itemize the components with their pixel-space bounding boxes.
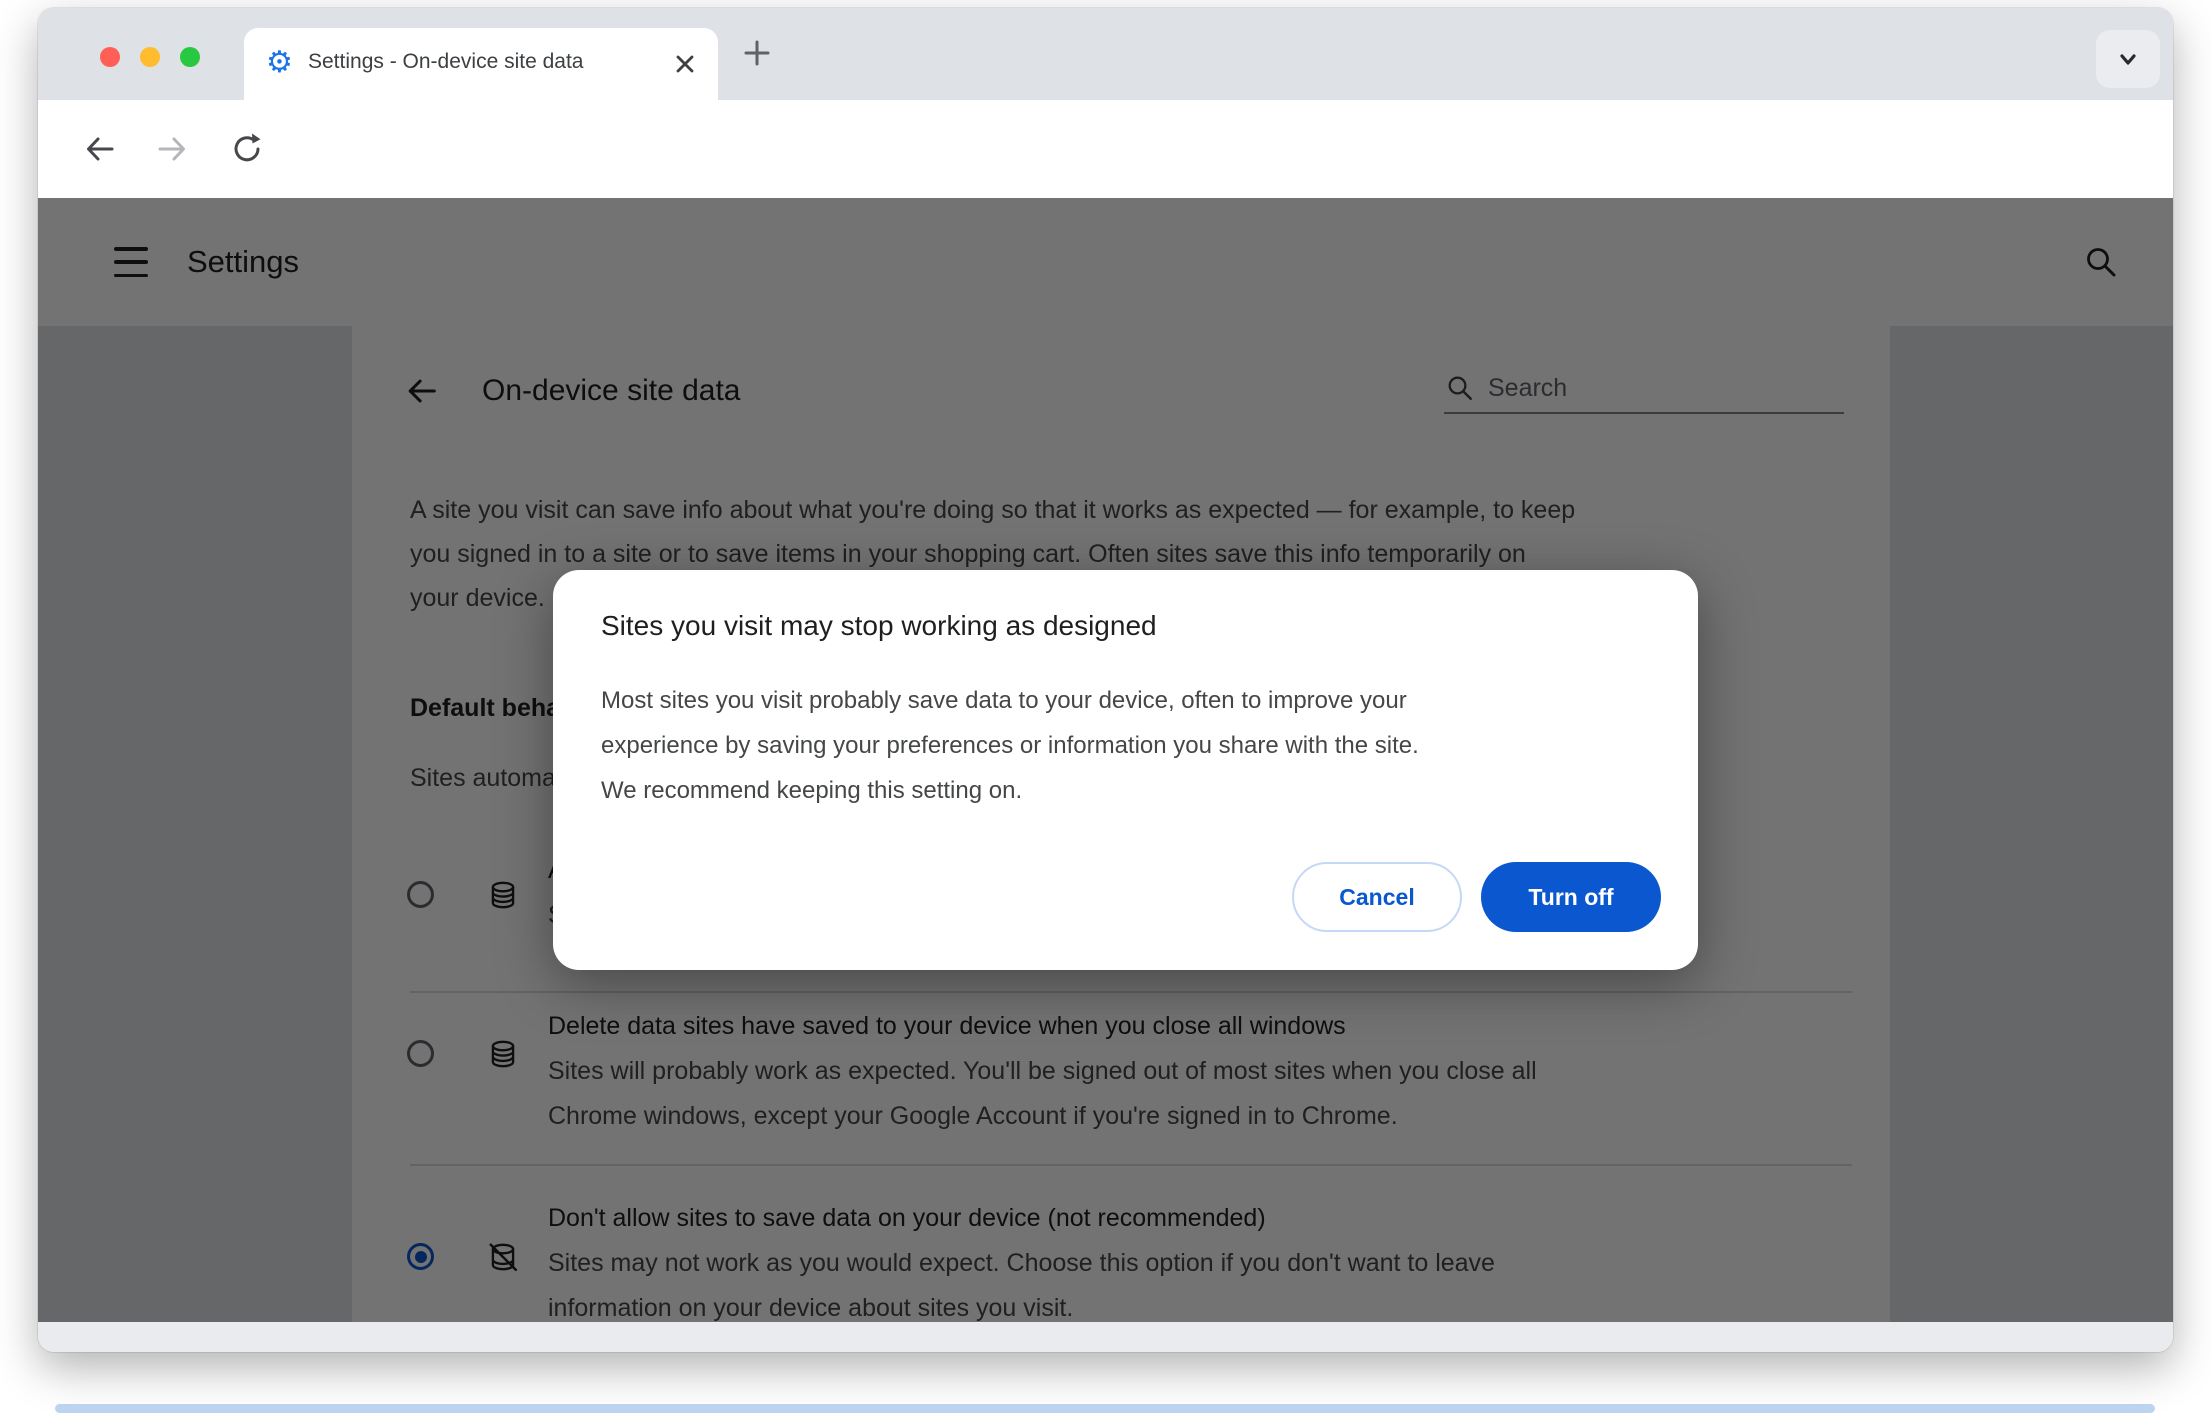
browser-toolbar: Chrome chrome://settings/content/siteDat… (38, 100, 2173, 270)
turn-off-button[interactable]: Turn off (1481, 862, 1661, 932)
confirmation-dialog: Sites you visit may stop working as desi… (553, 570, 1698, 970)
cancel-button[interactable]: Cancel (1292, 862, 1462, 932)
reload-button[interactable] (228, 130, 266, 168)
dialog-body-line: We recommend keeping this setting on. (601, 777, 1023, 804)
traffic-light-zoom[interactable] (180, 47, 200, 67)
dialog-body: Most sites you visit probably save data … (601, 678, 1419, 813)
background-window-edge (55, 1404, 2155, 1413)
dialog-title: Sites you visit may stop working as desi… (601, 610, 1157, 641)
tab-search-chevron-button[interactable] (2096, 30, 2160, 88)
new-tab-button[interactable] (738, 34, 776, 72)
tab-strip: ⚙ Settings - On-device site data (38, 8, 2173, 100)
tab-title: Settings - On-device site data (308, 50, 660, 80)
tab-close-icon[interactable] (670, 49, 700, 79)
settings-gear-favicon-icon: ⚙ (266, 46, 293, 79)
traffic-light-minimize[interactable] (140, 47, 160, 67)
dialog-body-line: Most sites you visit probably save data … (601, 687, 1407, 714)
back-button[interactable] (81, 130, 119, 168)
dialog-body-line: experience by saving your preferences or… (601, 732, 1419, 759)
browser-window: ⚙ Settings - On-device site data Sites y… (38, 8, 2173, 1352)
active-tab[interactable]: ⚙ Settings - On-device site data (244, 28, 718, 100)
traffic-light-close[interactable] (100, 47, 120, 67)
dialog-actions: Cancel Turn off (1292, 862, 1661, 932)
forward-button (153, 130, 191, 168)
window-bottom-edge (38, 1322, 2173, 1352)
